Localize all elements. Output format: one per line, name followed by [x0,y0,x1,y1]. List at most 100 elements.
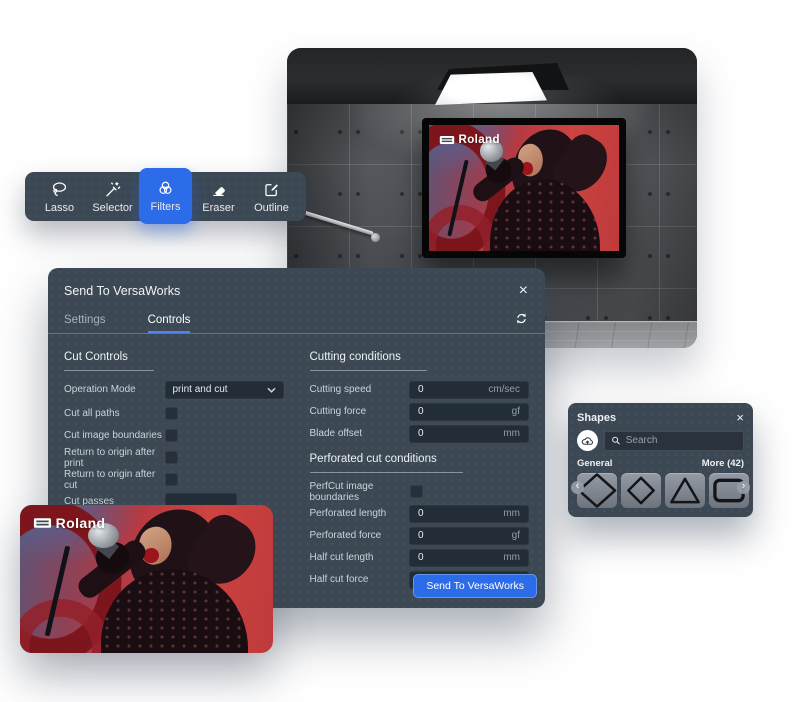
numeric-field-row: Perforated length mm [310,504,530,523]
unit-label: mm [503,508,520,519]
field-label: Half cut length [310,552,410,563]
field-label: Perforated length [310,508,410,519]
field-label: Return to origin after print [64,447,165,469]
shapes-title: Shapes [577,412,616,424]
section-heading: Cutting conditions [310,351,427,371]
cloud-upload-icon [581,436,594,446]
tool-filters[interactable]: Filters [139,168,192,224]
cut-image-boundaries-checkbox[interactable] [165,429,178,442]
shape-tile-diamond[interactable] [621,473,661,508]
dialog-title: Send To VersaWorks [64,284,180,298]
perforated-length-field[interactable]: mm [409,505,529,523]
unit-label: mm [503,428,520,439]
search-input[interactable] [626,435,737,446]
operation-mode-row: Operation Mode print and cut [64,380,284,399]
cutting-conditions-section: Cutting conditions Cutting speed cm/sec … [310,347,530,592]
chevron-left-icon: ‹ [576,481,580,492]
field-label: Cut all paths [64,408,165,419]
section-heading: Cut Controls [64,351,154,371]
value-input[interactable] [418,552,462,563]
carousel-left-arrow[interactable]: ‹ [571,481,584,494]
shapes-panel: Shapes × General More (42) [568,403,753,517]
half-cut-length-field[interactable]: mm [409,549,529,567]
field-label: Perforated force [310,530,410,541]
tool-eraser[interactable]: Eraser [192,175,245,219]
field-label: PerfCut image boundaries [310,481,411,503]
upload-button[interactable] [577,430,598,451]
tool-label: Outline [254,202,289,214]
wall-mounted-display: Roland [422,118,626,258]
handrail-mount [371,233,380,242]
checkbox-row: Return to origin after cut [64,470,284,489]
ceiling-light-panel [435,72,547,105]
value-input[interactable] [418,384,462,395]
checkbox-row: PerfCut image boundaries [310,482,530,501]
numeric-field-row: Cutting speed cm/sec [310,380,530,399]
close-icon[interactable]: × [519,283,528,299]
tool-selector[interactable]: Selector [86,175,139,219]
checkbox-row: Return to origin after print [64,448,284,467]
numeric-field-row: Half cut length mm [310,548,530,567]
shape-tile-triangle[interactable] [665,473,705,508]
eraser-icon [209,180,228,199]
shapes-category-row: General More (42) [577,458,744,469]
chevron-right-icon: › [742,481,746,492]
unit-label: cm/sec [488,384,520,395]
roland-logo-icon [439,135,455,145]
section-heading: Perforated cut conditions [310,453,463,473]
perforated-force-field[interactable]: gf [409,527,529,545]
shape-tiles [577,473,744,508]
cutting-speed-field[interactable]: cm/sec [409,381,529,399]
carousel-right-arrow[interactable]: › [737,481,750,494]
close-icon[interactable]: × [736,411,744,424]
value-input[interactable] [418,406,462,417]
tool-outline[interactable]: Outline [245,175,298,219]
roland-logo-icon [33,517,52,529]
field-label: Return to origin after cut [64,469,165,491]
outline-icon [262,180,281,199]
canvas: Roland Lasso Selector Filters [0,0,800,702]
tool-label: Eraser [202,202,234,214]
more-link[interactable]: More (42) [702,458,744,469]
value-input[interactable] [418,530,462,541]
dialog-header: Send To VersaWorks × [48,268,545,299]
category-label: General [577,458,612,469]
refresh-icon[interactable] [515,312,528,333]
field-label: Operation Mode [64,384,165,395]
return-origin-after-cut-checkbox[interactable] [165,473,178,486]
tab-settings[interactable]: Settings [64,314,106,333]
roland-logo-text: Roland [459,134,500,146]
tab-controls[interactable]: Controls [148,314,191,333]
numeric-field-row: Blade offset mm [310,424,530,443]
select-value: print and cut [173,384,228,395]
lasso-icon [50,180,69,199]
filters-icon [156,179,175,198]
operation-mode-select[interactable]: print and cut [165,381,284,399]
magic-wand-icon [103,180,122,199]
tools-toolbar: Lasso Selector Filters Eraser [25,172,306,221]
field-label: Cutting force [310,406,410,417]
blade-offset-field[interactable]: mm [409,425,529,443]
value-input[interactable] [418,428,462,439]
numeric-field-row: Cutting force gf [310,402,530,421]
roland-logo-text: Roland [56,515,106,531]
tool-label: Selector [92,202,132,214]
tool-lasso[interactable]: Lasso [33,175,86,219]
roland-artwork: Roland [20,505,273,653]
numeric-field-row: Perforated force gf [310,526,530,545]
unit-label: mm [503,552,520,563]
search-icon [611,435,621,446]
perfcut-image-boundaries-checkbox[interactable] [410,485,423,498]
value-input[interactable] [418,508,462,519]
cutting-force-field[interactable]: gf [409,403,529,421]
roland-logo: Roland [439,134,500,146]
field-label: Half cut force [310,574,410,585]
tool-label: Lasso [45,202,74,214]
send-to-versaworks-button[interactable]: Send To VersaWorks [413,574,537,598]
checkbox-row: Cut all paths [64,404,284,423]
shapes-search-row [577,430,744,451]
cut-all-paths-checkbox[interactable] [165,407,178,420]
roland-artwork-tv: Roland [429,125,619,251]
return-origin-after-print-checkbox[interactable] [165,451,178,464]
roland-artwork-card: Roland [20,505,273,653]
